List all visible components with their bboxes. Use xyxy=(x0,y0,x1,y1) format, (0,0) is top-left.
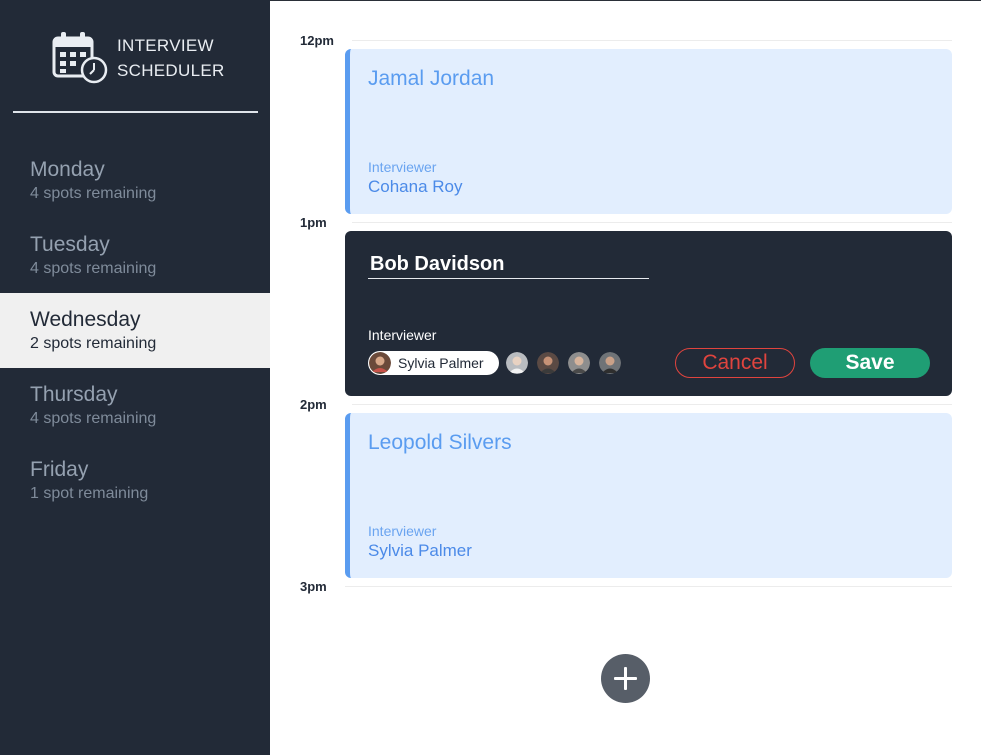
cancel-button[interactable]: Cancel xyxy=(675,348,795,378)
appointment-card[interactable]: Jamal Jordan Interviewer Cohana Roy xyxy=(345,49,952,214)
add-appointment-button[interactable] xyxy=(601,654,650,703)
appointment-interviewer: Cohana Roy xyxy=(368,177,463,196)
day-name: Thursday xyxy=(30,383,118,406)
app-title-line-2: SCHEDULER xyxy=(117,61,225,80)
day-spots: 1 spot remaining xyxy=(30,485,149,502)
time-label-2pm: 2pm xyxy=(300,397,327,412)
day-spots: 4 spots remaining xyxy=(30,260,157,277)
interviewer-label: Interviewer xyxy=(368,327,437,343)
day-item-wednesday[interactable]: Wednesday 2 spots remaining xyxy=(0,293,270,368)
time-divider xyxy=(352,222,952,223)
interviewer-selected-name: Sylvia Palmer xyxy=(398,355,484,371)
day-item-monday[interactable]: Monday 4 spots remaining xyxy=(0,143,270,218)
appointment-edit-form: Interviewer Sylvia Palmer Cancel Save xyxy=(345,231,952,396)
avatar[interactable] xyxy=(505,352,528,374)
sidebar: INTERVIEW SCHEDULER Monday 4 spots remai… xyxy=(0,0,270,755)
save-button[interactable]: Save xyxy=(810,348,930,378)
app-title: INTERVIEW SCHEDULER xyxy=(117,33,225,83)
appointment-interviewer-label: Interviewer xyxy=(368,159,437,175)
schedule: 12pm Jamal Jordan Interviewer Cohana Roy… xyxy=(270,0,981,755)
day-spots: 2 spots remaining xyxy=(30,335,157,352)
student-name-input[interactable] xyxy=(368,251,649,279)
interviewer-selected[interactable]: Sylvia Palmer xyxy=(368,351,499,375)
avatar xyxy=(369,352,391,374)
day-name: Monday xyxy=(30,158,105,181)
appointment-card[interactable]: Leopold Silvers Interviewer Sylvia Palme… xyxy=(345,413,952,578)
day-spots: 4 spots remaining xyxy=(30,410,157,427)
time-label-3pm: 3pm xyxy=(300,579,327,594)
interviewer-list: Sylvia Palmer xyxy=(368,351,630,375)
appointment-interviewer-label: Interviewer xyxy=(368,523,437,539)
sidebar-divider xyxy=(13,111,258,113)
day-item-tuesday[interactable]: Tuesday 4 spots remaining xyxy=(0,218,270,293)
avatar[interactable] xyxy=(598,352,621,374)
day-list: Monday 4 spots remaining Tuesday 4 spots… xyxy=(0,143,270,518)
time-label-12pm: 12pm xyxy=(300,33,334,48)
day-name: Tuesday xyxy=(30,233,110,256)
day-name: Friday xyxy=(30,458,89,481)
app-title-line-1: INTERVIEW xyxy=(117,36,214,55)
time-label-1pm: 1pm xyxy=(300,215,327,230)
avatar[interactable] xyxy=(536,352,559,374)
appointment-interviewer: Sylvia Palmer xyxy=(368,541,472,560)
appointment-student: Jamal Jordan xyxy=(368,67,495,90)
day-spots: 4 spots remaining xyxy=(30,185,157,202)
appointment-student: Leopold Silvers xyxy=(368,431,512,454)
time-divider xyxy=(352,40,952,41)
day-name: Wednesday xyxy=(30,308,141,331)
day-item-thursday[interactable]: Thursday 4 spots remaining xyxy=(0,368,270,443)
time-divider xyxy=(352,404,952,405)
day-item-friday[interactable]: Friday 1 spot remaining xyxy=(0,443,270,518)
avatar[interactable] xyxy=(567,352,590,374)
calendar-clock-icon xyxy=(52,30,112,84)
plus-icon xyxy=(614,667,637,690)
time-divider xyxy=(345,586,952,587)
